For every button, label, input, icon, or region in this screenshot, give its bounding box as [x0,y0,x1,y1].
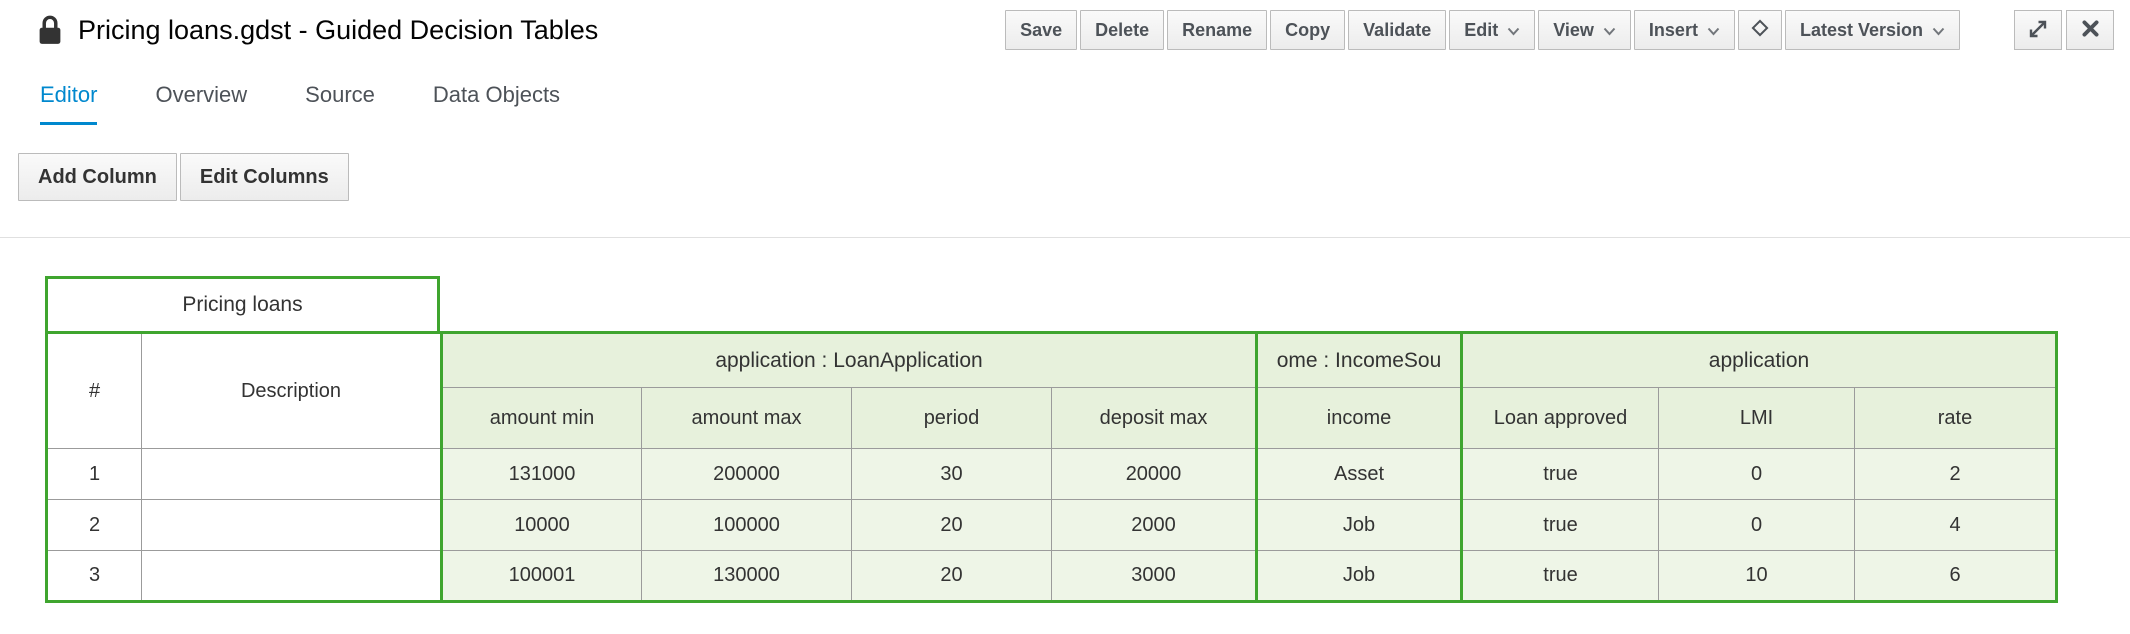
column-header-income[interactable]: income [1257,388,1462,449]
table-row: 3 100001 130000 20 3000 Job true 10 6 [47,551,2057,602]
cell-income[interactable]: Job [1257,500,1462,551]
latest-version-label: Latest Version [1800,20,1923,41]
edit-label: Edit [1464,20,1498,41]
cell-period[interactable]: 20 [852,500,1052,551]
group-header-income-source[interactable]: ome : IncomeSou [1257,333,1462,388]
tab-source[interactable]: Source [305,82,375,125]
cell-amount-min[interactable]: 10000 [442,500,642,551]
column-header-lmi[interactable]: LMI [1659,388,1855,449]
copy-button[interactable]: Copy [1270,10,1345,50]
row-number-header[interactable]: # [47,333,142,449]
cell-deposit-max[interactable]: 2000 [1052,500,1257,551]
cell-income[interactable]: Job [1257,551,1462,602]
group-header-row: # Description application : LoanApplicat… [47,333,2057,388]
cell-loan-approved[interactable]: true [1462,500,1659,551]
column-header-deposit-max[interactable]: deposit max [1052,388,1257,449]
topbar: Pricing loans.gdst - Guided Decision Tab… [0,0,2130,60]
validate-label: Validate [1363,20,1431,41]
app-window: Pricing loans.gdst - Guided Decision Tab… [0,0,2130,634]
expand-icon [2027,18,2049,43]
table-row: 1 131000 200000 30 20000 Asset true 0 2 [47,449,2057,500]
editor-toolbar: Add Column Edit Columns [0,125,2130,237]
cell-period[interactable]: 20 [852,551,1052,602]
decision-table-title-tab[interactable]: Pricing loans [45,276,440,331]
group-header-application[interactable]: application [1462,333,2057,388]
cell-amount-min[interactable]: 131000 [442,449,642,500]
column-header-rate[interactable]: rate [1855,388,2057,449]
description-header[interactable]: Description [142,333,442,449]
cell-deposit-max[interactable]: 20000 [1052,449,1257,500]
tabs-bar: Editor Overview Source Data Objects [0,60,2130,125]
cell-rate[interactable]: 4 [1855,500,2057,551]
asset-toolbar: Save Delete Rename Copy Validate Edit Vi… [1005,10,1960,50]
lock-icon [38,15,62,45]
rename-button[interactable]: Rename [1167,10,1267,50]
edit-columns-button[interactable]: Edit Columns [180,153,349,201]
view-dropdown[interactable]: View [1538,10,1631,50]
description-cell[interactable] [142,449,442,500]
window-controls [2014,10,2114,50]
close-icon [2082,20,2099,40]
insert-dropdown[interactable]: Insert [1634,10,1735,50]
cell-rate[interactable]: 2 [1855,449,2057,500]
decision-table: # Description application : LoanApplicat… [45,331,2058,603]
save-label: Save [1020,20,1062,41]
chevron-down-icon [1603,20,1616,41]
description-cell[interactable] [142,500,442,551]
cell-amount-max[interactable]: 130000 [642,551,852,602]
cell-income[interactable]: Asset [1257,449,1462,500]
cell-period[interactable]: 30 [852,449,1052,500]
chevron-down-icon [1507,20,1520,41]
description-cell[interactable] [142,551,442,602]
tab-editor[interactable]: Editor [40,82,97,125]
group-header-loan-application[interactable]: application : LoanApplication [442,333,1257,388]
row-number-cell[interactable]: 1 [47,449,142,500]
cell-amount-max[interactable]: 200000 [642,449,852,500]
column-header-loan-approved[interactable]: Loan approved [1462,388,1659,449]
row-number-cell[interactable]: 2 [47,500,142,551]
cell-rate[interactable]: 6 [1855,551,2057,602]
diamond-icon [1750,18,1770,43]
save-button[interactable]: Save [1005,10,1077,50]
add-column-button[interactable]: Add Column [18,153,177,201]
page-title: Pricing loans.gdst - Guided Decision Tab… [78,15,598,46]
column-header-period[interactable]: period [852,388,1052,449]
cell-amount-max[interactable]: 100000 [642,500,852,551]
copy-label: Copy [1285,20,1330,41]
cell-loan-approved[interactable]: true [1462,551,1659,602]
latest-version-dropdown[interactable]: Latest Version [1785,10,1960,50]
row-number-cell[interactable]: 3 [47,551,142,602]
editor-canvas: Pricing loans # Description application … [0,238,2130,603]
tab-data-objects[interactable]: Data Objects [433,82,560,125]
chevron-down-icon [1707,20,1720,41]
tab-overview[interactable]: Overview [155,82,247,125]
column-header-amount-max[interactable]: amount max [642,388,852,449]
diamond-button[interactable] [1738,10,1782,50]
expand-button[interactable] [2014,10,2062,50]
chevron-down-icon [1932,20,1945,41]
cell-loan-approved[interactable]: true [1462,449,1659,500]
delete-label: Delete [1095,20,1149,41]
rename-label: Rename [1182,20,1252,41]
close-button[interactable] [2066,10,2114,50]
cell-deposit-max[interactable]: 3000 [1052,551,1257,602]
cell-lmi[interactable]: 10 [1659,551,1855,602]
title-area: Pricing loans.gdst - Guided Decision Tab… [38,15,598,46]
table-row: 2 10000 100000 20 2000 Job true 0 4 [47,500,2057,551]
validate-button[interactable]: Validate [1348,10,1446,50]
cell-lmi[interactable]: 0 [1659,449,1855,500]
insert-label: Insert [1649,20,1698,41]
view-label: View [1553,20,1594,41]
delete-button[interactable]: Delete [1080,10,1164,50]
edit-dropdown[interactable]: Edit [1449,10,1535,50]
column-header-amount-min[interactable]: amount min [442,388,642,449]
cell-lmi[interactable]: 0 [1659,500,1855,551]
cell-amount-min[interactable]: 100001 [442,551,642,602]
